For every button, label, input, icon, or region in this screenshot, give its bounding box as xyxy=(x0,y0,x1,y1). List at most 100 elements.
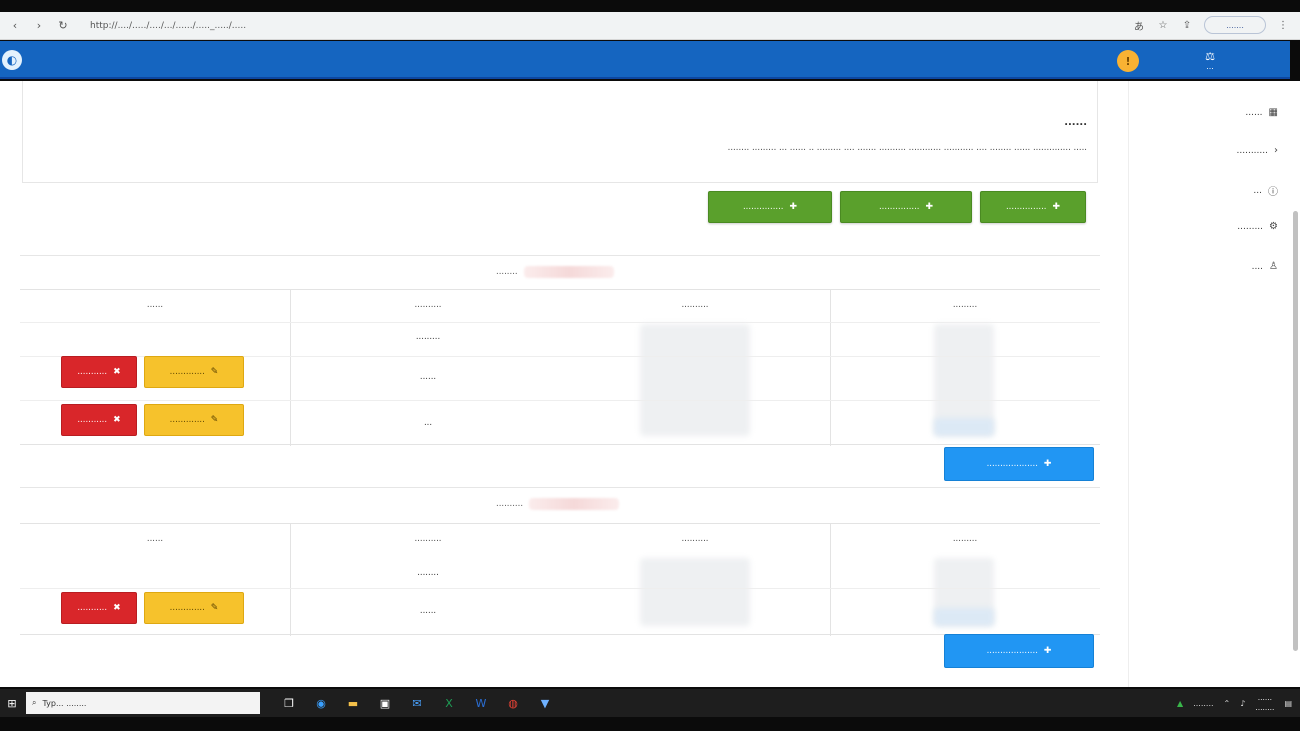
add-row-button-2[interactable]: ✚ ................... xyxy=(944,634,1094,668)
sidebar-item-settings[interactable]: ⚙ ......... xyxy=(1237,221,1278,232)
trash-icon: ✖ xyxy=(113,367,121,377)
windows-start-icon[interactable]: ⊞ xyxy=(0,689,24,717)
translate-icon[interactable]: あ xyxy=(1132,18,1146,33)
column-divider xyxy=(290,524,291,636)
clock-time: ...... xyxy=(1257,693,1273,702)
notification-badge[interactable]: ! xyxy=(1117,50,1139,72)
section-2-title-text: .......... xyxy=(496,499,524,509)
network-icon[interactable]: ⌃ xyxy=(1224,699,1231,708)
chrome-icon[interactable]: ◍ xyxy=(502,692,524,714)
section-2-header: .......... xyxy=(20,487,1100,521)
section-2-title: .......... xyxy=(496,498,620,510)
main-content: ...... ..... .............. ...... .....… xyxy=(20,81,1100,687)
logo-mark: ⚖ xyxy=(1205,49,1215,63)
taskbar-search[interactable]: ⌕ Typ... ........ xyxy=(26,692,260,714)
action-button-2[interactable]: ✚ ............... xyxy=(840,191,972,223)
edit-icon: ✎ xyxy=(210,415,219,425)
redacted-chip xyxy=(523,266,614,278)
system-tray: ▲ ........ ⌃ ♪ ...... ........ ▤ xyxy=(1177,689,1292,717)
store-icon[interactable]: ▣ xyxy=(374,692,396,714)
sidebar-item-requests[interactable]: ‹ ........... xyxy=(1237,145,1278,156)
delete-button[interactable]: ✖ ........... xyxy=(61,356,137,388)
trash-icon: ✖ xyxy=(113,415,121,425)
edge-icon[interactable]: ◉ xyxy=(310,692,332,714)
chevron-left-icon: ‹ xyxy=(1274,145,1278,156)
table-cell: ... xyxy=(423,418,433,428)
delete-button-label: ........... xyxy=(77,415,108,425)
row-divider xyxy=(20,322,1100,323)
app-icon[interactable]: ▼ xyxy=(534,692,556,714)
top-letterbox xyxy=(0,0,1300,12)
browser-actions: あ ☆ ⇪ ....... ⋮ xyxy=(1132,16,1290,34)
trash-icon: ✖ xyxy=(113,603,121,613)
status-icon: ▲ xyxy=(1177,698,1184,708)
plus-icon: ✚ xyxy=(789,202,798,212)
star-icon[interactable]: ☆ xyxy=(1156,18,1170,32)
redacted-block xyxy=(640,324,750,436)
action-button-3[interactable]: ✚ ............... xyxy=(708,191,832,223)
delete-button-label: ........... xyxy=(77,603,108,613)
mail-icon[interactable]: ✉ xyxy=(406,692,428,714)
sidebar-item-logout[interactable]: ♙ .... xyxy=(1252,261,1278,272)
table-header: ...... xyxy=(146,300,164,310)
edit-button-label: ............. xyxy=(169,603,205,613)
edit-button[interactable]: ✎ ............. xyxy=(144,404,244,436)
forward-icon[interactable]: › xyxy=(30,17,48,35)
row-divider xyxy=(20,588,1100,589)
address-bar[interactable]: http://..../...../..../.../....../....._… xyxy=(82,16,862,36)
clock-date: ........ xyxy=(1255,703,1275,712)
sidebar-item-label: ......... xyxy=(1237,221,1264,232)
sidebar-item-label: ...... xyxy=(1245,107,1263,118)
back-icon[interactable]: ‹ xyxy=(6,17,24,35)
edit-button[interactable]: ✎ ............. xyxy=(144,356,244,388)
plus-icon: ✚ xyxy=(925,202,934,212)
app-logo[interactable]: ⚖ ... xyxy=(1180,45,1240,77)
table-cell: ......... xyxy=(415,332,441,342)
table-header: ......... xyxy=(952,300,978,310)
sidebar-item-dashboard[interactable]: ▦ ...... xyxy=(1245,107,1278,118)
redacted-block xyxy=(934,608,994,626)
add-row-button-label: ................... xyxy=(986,459,1038,469)
word-icon[interactable]: W xyxy=(470,692,492,714)
add-row-button-1[interactable]: ✚ ................... xyxy=(944,447,1094,481)
notifications-icon[interactable]: ▤ xyxy=(1284,699,1292,708)
delete-button[interactable]: ✖ ........... xyxy=(61,592,137,624)
menu-icon[interactable]: ⋮ xyxy=(1276,18,1290,32)
table-cell: ........ xyxy=(417,568,439,578)
settings-icon: ⚙ xyxy=(1269,221,1278,232)
plus-icon: ✚ xyxy=(1052,202,1061,212)
row-divider xyxy=(20,400,1100,401)
delete-button[interactable]: ✖ ........... xyxy=(61,404,137,436)
table-cell: ...... xyxy=(419,606,437,616)
redacted-block xyxy=(640,558,750,626)
logo-text: ... xyxy=(1206,61,1214,71)
sidebar-item-label: .... xyxy=(1251,261,1264,272)
clock[interactable]: ...... ........ xyxy=(1255,693,1274,713)
table-header: .......... xyxy=(414,300,442,310)
table-cell: ...... xyxy=(419,372,437,382)
notice-panel: ...... ..... .............. ...... .....… xyxy=(22,81,1098,183)
table-header: .......... xyxy=(681,534,709,544)
folder-icon[interactable]: ▬ xyxy=(342,692,364,714)
edit-button[interactable]: ✎ ............. xyxy=(144,592,244,624)
account-icon[interactable]: ◐ xyxy=(2,50,22,70)
column-divider xyxy=(290,290,291,446)
redacted-block xyxy=(934,418,994,436)
volume-icon[interactable]: ♪ xyxy=(1240,699,1245,708)
sidebar-item-info[interactable]: ⓘ ... xyxy=(1253,183,1278,199)
column-divider xyxy=(830,290,831,446)
task-view-icon[interactable]: ❐ xyxy=(278,692,300,714)
edit-icon: ✎ xyxy=(210,367,219,377)
excel-icon[interactable]: X xyxy=(438,692,460,714)
taskbar-apps: ❐ ◉ ▬ ▣ ✉ X W ◍ ▼ xyxy=(278,692,556,714)
table-header: ...... xyxy=(146,534,164,544)
plus-icon: ✚ xyxy=(1043,459,1052,469)
action-button-1[interactable]: ✚ ............... xyxy=(980,191,1086,223)
section-1-title: ........ xyxy=(496,266,614,278)
reload-icon[interactable]: ↻ xyxy=(54,17,72,35)
taskbar-search-placeholder: Typ... ........ xyxy=(42,698,87,708)
share-icon[interactable]: ⇪ xyxy=(1180,18,1194,32)
info-icon: ⓘ xyxy=(1268,187,1278,198)
scrollbar[interactable] xyxy=(1293,211,1298,651)
profile-button[interactable]: ....... xyxy=(1204,16,1266,34)
